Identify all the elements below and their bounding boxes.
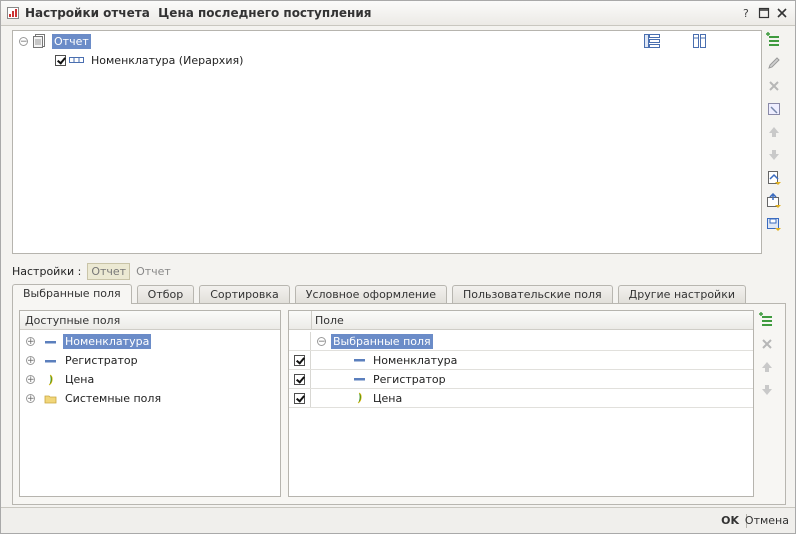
- structure-toolbar: [766, 32, 782, 232]
- report-app-icon: [7, 7, 19, 19]
- empty-check-cell: [289, 332, 311, 350]
- selected-field-row[interactable]: Номенклатура: [289, 351, 753, 370]
- settings-option-report[interactable]: Отчет: [134, 264, 173, 279]
- table-view-icon[interactable]: [643, 33, 661, 49]
- field-icon: [45, 340, 56, 343]
- tab-other-settings[interactable]: Другие настройки: [617, 285, 746, 303]
- selected-fields-group-label[interactable]: Выбранные поля: [331, 333, 433, 349]
- window-title-report: Цена последнего поступления: [158, 6, 372, 20]
- selected-field-label[interactable]: Номенклатура: [373, 354, 457, 367]
- save-settings-icon[interactable]: [766, 193, 782, 209]
- field-icon: [354, 378, 365, 381]
- settings-label: Настройки :: [12, 264, 82, 278]
- window-title-prefix: Настройки отчета: [25, 6, 150, 20]
- move-down-icon[interactable]: [766, 147, 782, 163]
- window-title: Настройки отчета Цена последнего поступл…: [25, 6, 371, 20]
- available-field-label[interactable]: Регистратор: [65, 354, 138, 367]
- svg-text:?: ?: [743, 7, 749, 20]
- move-down-icon[interactable]: [759, 382, 775, 398]
- expand-icon[interactable]: +: [26, 337, 35, 347]
- available-fields-header: Доступные поля: [20, 311, 280, 330]
- available-field-label[interactable]: Системные поля: [65, 392, 161, 405]
- settings-tabs: Выбранные поля Отбор Сортировка Условное…: [12, 284, 751, 304]
- selected-field-row[interactable]: Регистратор: [289, 370, 753, 389]
- expand-icon[interactable]: +: [26, 394, 35, 404]
- selected-field-label[interactable]: Регистратор: [373, 373, 446, 386]
- ok-button[interactable]: OK: [721, 514, 739, 527]
- available-field-item[interactable]: + Цена: [20, 370, 280, 389]
- settings-window: Настройки отчета Цена последнего поступл…: [0, 0, 796, 534]
- selected-fields-toolbar: [759, 312, 775, 398]
- selected-fields-grid[interactable]: Поле − Выбранные поля Номенклатура Регис…: [288, 310, 754, 497]
- selected-field-label[interactable]: Цена: [373, 392, 402, 405]
- grouping-checkbox[interactable]: [55, 54, 66, 66]
- tab-conditional-formatting[interactable]: Условное оформление: [294, 285, 447, 303]
- maximize-icon[interactable]: [757, 6, 771, 20]
- move-up-icon[interactable]: [759, 359, 775, 375]
- report-structure-tree[interactable]: − Отчет Номенклатура (Иерархия): [12, 30, 762, 254]
- add-grouping-icon[interactable]: [766, 32, 782, 48]
- grouping-icon: [69, 57, 84, 63]
- expand-icon[interactable]: +: [26, 375, 35, 385]
- delete-icon[interactable]: [759, 336, 775, 352]
- tree-root-label[interactable]: Отчет: [52, 33, 91, 49]
- tree-row-grouping[interactable]: Номенклатура (Иерархия): [55, 51, 243, 69]
- columns-view-icon[interactable]: [691, 33, 709, 49]
- folder-icon: [44, 395, 57, 403]
- window-content: − Отчет Номенклатура (Иерархия) Настройк…: [1, 26, 795, 507]
- settings-selector: Настройки : Отчет Отчет: [12, 262, 173, 280]
- add-field-icon[interactable]: [759, 312, 775, 328]
- available-fields-tree[interactable]: Доступные поля + Номенклатура + Регистра…: [19, 310, 281, 497]
- report-node-icon: [33, 34, 45, 48]
- standard-settings-icon[interactable]: [766, 216, 782, 232]
- settings-option-report-active[interactable]: Отчет: [87, 262, 131, 280]
- selected-field-checkbox[interactable]: [294, 354, 305, 366]
- tab-sorting[interactable]: Сортировка: [199, 285, 290, 303]
- available-field-item[interactable]: + Системные поля: [20, 389, 280, 408]
- available-field-label[interactable]: Цена: [65, 373, 94, 386]
- tab-filter[interactable]: Отбор: [136, 285, 195, 303]
- selected-fields-header: Поле: [289, 311, 753, 330]
- available-field-item[interactable]: + Регистратор: [20, 351, 280, 370]
- selected-field-checkbox[interactable]: [294, 373, 305, 385]
- delete-icon[interactable]: [766, 78, 782, 94]
- collapse-icon[interactable]: −: [19, 36, 28, 46]
- tab-user-fields[interactable]: Пользовательские поля: [451, 285, 613, 303]
- tree-row-report[interactable]: − Отчет: [19, 32, 91, 50]
- cancel-button[interactable]: Отмена: [745, 514, 789, 527]
- field-icon: [45, 359, 56, 362]
- resource-icon: [48, 374, 53, 385]
- tab-selected-fields[interactable]: Выбранные поля: [12, 284, 132, 304]
- title-bar: Настройки отчета Цена последнего поступл…: [1, 1, 795, 26]
- resource-icon: [357, 392, 362, 404]
- close-icon[interactable]: [775, 6, 789, 20]
- edit-pencil-icon[interactable]: [766, 55, 782, 71]
- selected-field-checkbox[interactable]: [294, 392, 305, 404]
- field-column-header: Поле: [315, 314, 344, 327]
- available-field-item[interactable]: + Номенклатура: [20, 332, 280, 351]
- load-settings-icon[interactable]: [766, 170, 782, 186]
- move-up-icon[interactable]: [766, 124, 782, 140]
- tree-child-label[interactable]: Номенклатура (Иерархия): [91, 54, 243, 67]
- header-divider: [311, 311, 312, 330]
- available-field-label[interactable]: Номенклатура: [63, 334, 152, 349]
- dialog-footer: OK Отмена: [1, 507, 795, 533]
- field-icon: [354, 359, 365, 362]
- expand-icon[interactable]: +: [26, 356, 35, 366]
- settings-element-icon[interactable]: [766, 101, 782, 117]
- selected-field-row[interactable]: Цена: [289, 389, 753, 408]
- help-icon[interactable]: ?: [739, 6, 753, 20]
- selected-fields-panel: Доступные поля + Номенклатура + Регистра…: [12, 303, 786, 505]
- collapse-icon[interactable]: −: [317, 336, 326, 346]
- selected-fields-group-row[interactable]: − Выбранные поля: [289, 332, 753, 351]
